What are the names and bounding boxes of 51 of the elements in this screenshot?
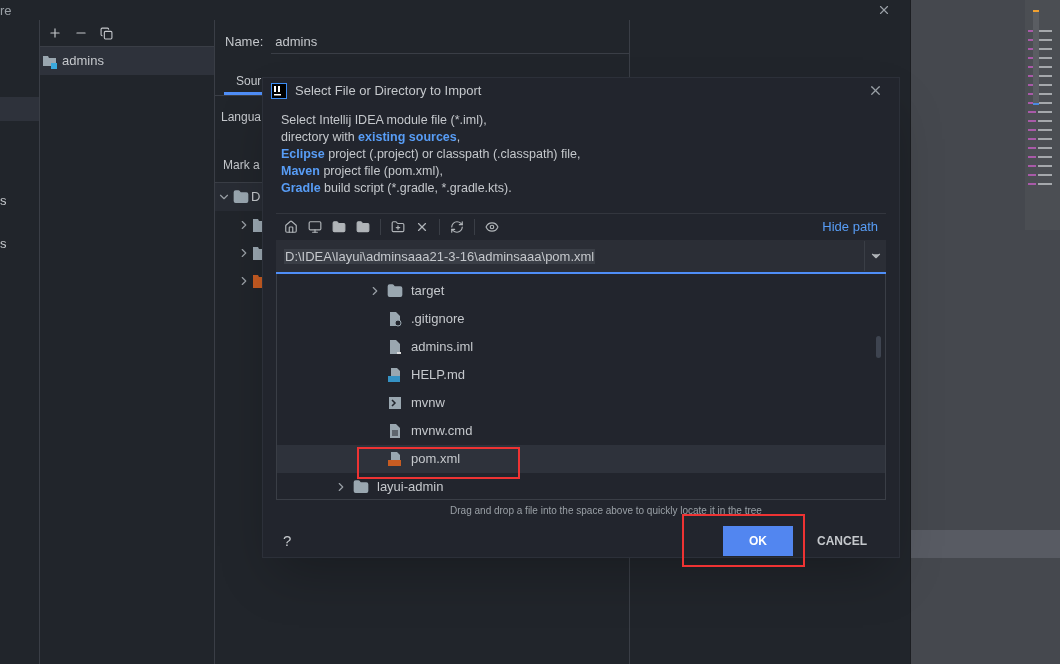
path-field[interactable]: D:\IDEA\layui\adminsaaa21-3-16\adminsaaa\pom.xml — [276, 240, 886, 274]
markdown-file-icon — [387, 366, 403, 383]
terminal-file-icon — [387, 394, 403, 411]
module-item[interactable]: admins — [62, 51, 104, 71]
name-label: Name: — [225, 33, 264, 52]
refresh-icon[interactable] — [450, 219, 464, 234]
drop-hint: Drag and drop a file into the space above to quickly locate it in the tree — [449, 503, 763, 518]
language-label: Langua — [221, 109, 262, 126]
folder-icon — [353, 478, 369, 495]
text-file-icon — [387, 422, 403, 439]
folder-icon — [387, 282, 403, 299]
tree-item[interactable]: target — [411, 280, 445, 301]
app-logo-icon — [271, 82, 287, 99]
tree-item[interactable]: mvnw — [411, 392, 445, 413]
description-line: Select Intellij IDEA module file (*.iml), — [281, 111, 488, 129]
sidebar-item[interactable]: s — [0, 232, 39, 256]
desktop-icon[interactable] — [308, 219, 322, 234]
mark-label: Mark a — [223, 157, 260, 174]
dialog-title: Select File or Directory to Import — [295, 82, 483, 101]
xml-file-icon — [387, 450, 403, 467]
description-line: Maven project file (pom.xml), — [281, 162, 444, 180]
close-icon[interactable] — [877, 3, 891, 17]
tree-item[interactable]: mvnw.cmd — [411, 420, 473, 441]
add-icon[interactable] — [48, 26, 62, 40]
folder-icon[interactable] — [356, 219, 370, 234]
tree-item[interactable]: HELP.md — [411, 364, 465, 385]
description-line: directory with existing sources, — [281, 128, 462, 146]
description-line: Gradle build script (*.gradle, *.gradle.kts). — [281, 179, 513, 197]
new-folder-icon[interactable] — [391, 219, 405, 234]
file-icon — [387, 310, 403, 327]
tree-item[interactable]: layui-admin — [377, 476, 444, 497]
tree-item[interactable]: D — [251, 187, 261, 207]
scrollbar[interactable] — [1033, 10, 1039, 105]
cancel-button[interactable]: CANCEL — [817, 532, 867, 551]
description-line: Eclipse project (.project) or classpath (.classpath) file, — [281, 145, 582, 163]
copy-icon[interactable] — [100, 26, 113, 40]
tree-item[interactable]: admins.iml — [411, 336, 474, 357]
folder-icon[interactable] — [332, 219, 346, 234]
window-title: re — [0, 3, 12, 17]
sidebar-item[interactable]: s — [0, 189, 39, 213]
folder-icon — [233, 189, 249, 205]
home-icon[interactable] — [284, 219, 298, 234]
show-hidden-icon[interactable] — [485, 219, 499, 234]
module-folder-icon — [42, 53, 58, 69]
name-field[interactable]: admins — [271, 30, 629, 54]
help-button[interactable]: ? — [283, 530, 723, 553]
scrollbar[interactable] — [876, 335, 881, 358]
tree-item[interactable]: pom.xml — [411, 448, 461, 469]
file-icon — [387, 338, 403, 355]
hide-path-link[interactable]: Hide path — [822, 217, 878, 237]
tree-item[interactable]: .gitignore — [411, 308, 465, 329]
